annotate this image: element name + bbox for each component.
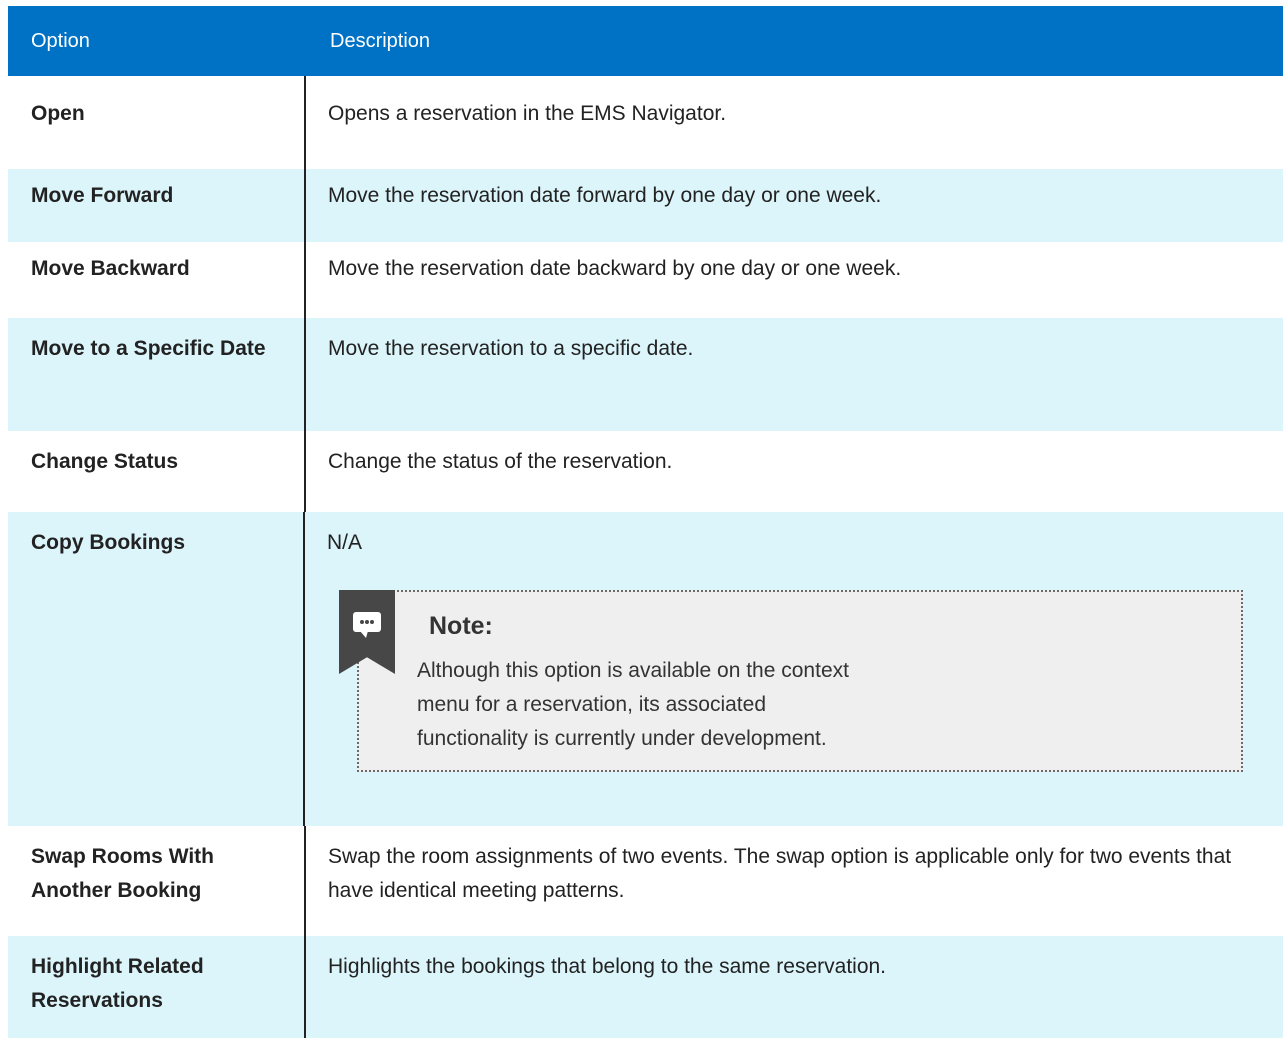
description-text: N/A [327,531,363,554]
description-cell: Opens a reservation in the EMS Navigator… [328,102,727,125]
table-row: Move to a Specific Date Move the reserva… [8,318,1283,431]
table-row: Open Opens a reservation in the EMS Navi… [8,76,1283,169]
note-callout: Note: Although this option is available … [339,590,1243,772]
description-cell: Move the reservation to a specific date. [328,337,694,360]
description-cell: Swap the room assignments of two events.… [328,845,1232,902]
note-body: Although this option is available on the… [417,659,849,750]
option-cell: Change Status [8,431,306,512]
table-row: Highlight Related Reservations Highlight… [8,936,1283,1038]
option-cell: Highlight Related Reservations [8,936,306,1038]
description-cell: Move the reservation date backward by on… [328,257,902,280]
header-description: Description [330,29,431,52]
description-cell: N/A Note: Although this option is availa… [305,512,1283,826]
note-flag [339,590,395,674]
note-title: Note: [429,612,493,640]
option-cell: Move Forward [8,169,306,242]
table-row: Change Status Change the status of the r… [8,431,1283,512]
options-table: Option Description Open Opens a reservat… [8,6,1283,1038]
option-cell: Move Backward [8,242,306,318]
table-row: Move Forward Move the reservation date f… [8,169,1283,242]
description-cell: Move the reservation date forward by one… [328,184,882,207]
option-cell: Swap Rooms With Another Booking [8,826,306,936]
header-option: Option [31,29,90,52]
description-cell: Highlights the bookings that belong to t… [328,955,887,978]
table-header: Option Description [8,6,1283,76]
table-row: Swap Rooms With Another Booking Swap the… [8,826,1283,936]
table-row: Move Backward Move the reservation date … [8,242,1283,318]
option-cell: Copy Bookings [8,512,305,826]
option-cell: Move to a Specific Date [8,318,306,431]
comment-icon [353,612,381,638]
table-row: Copy Bookings N/A Note: Although this op… [8,512,1283,826]
description-cell: Change the status of the reservation. [328,450,673,473]
option-cell: Open [8,76,306,169]
